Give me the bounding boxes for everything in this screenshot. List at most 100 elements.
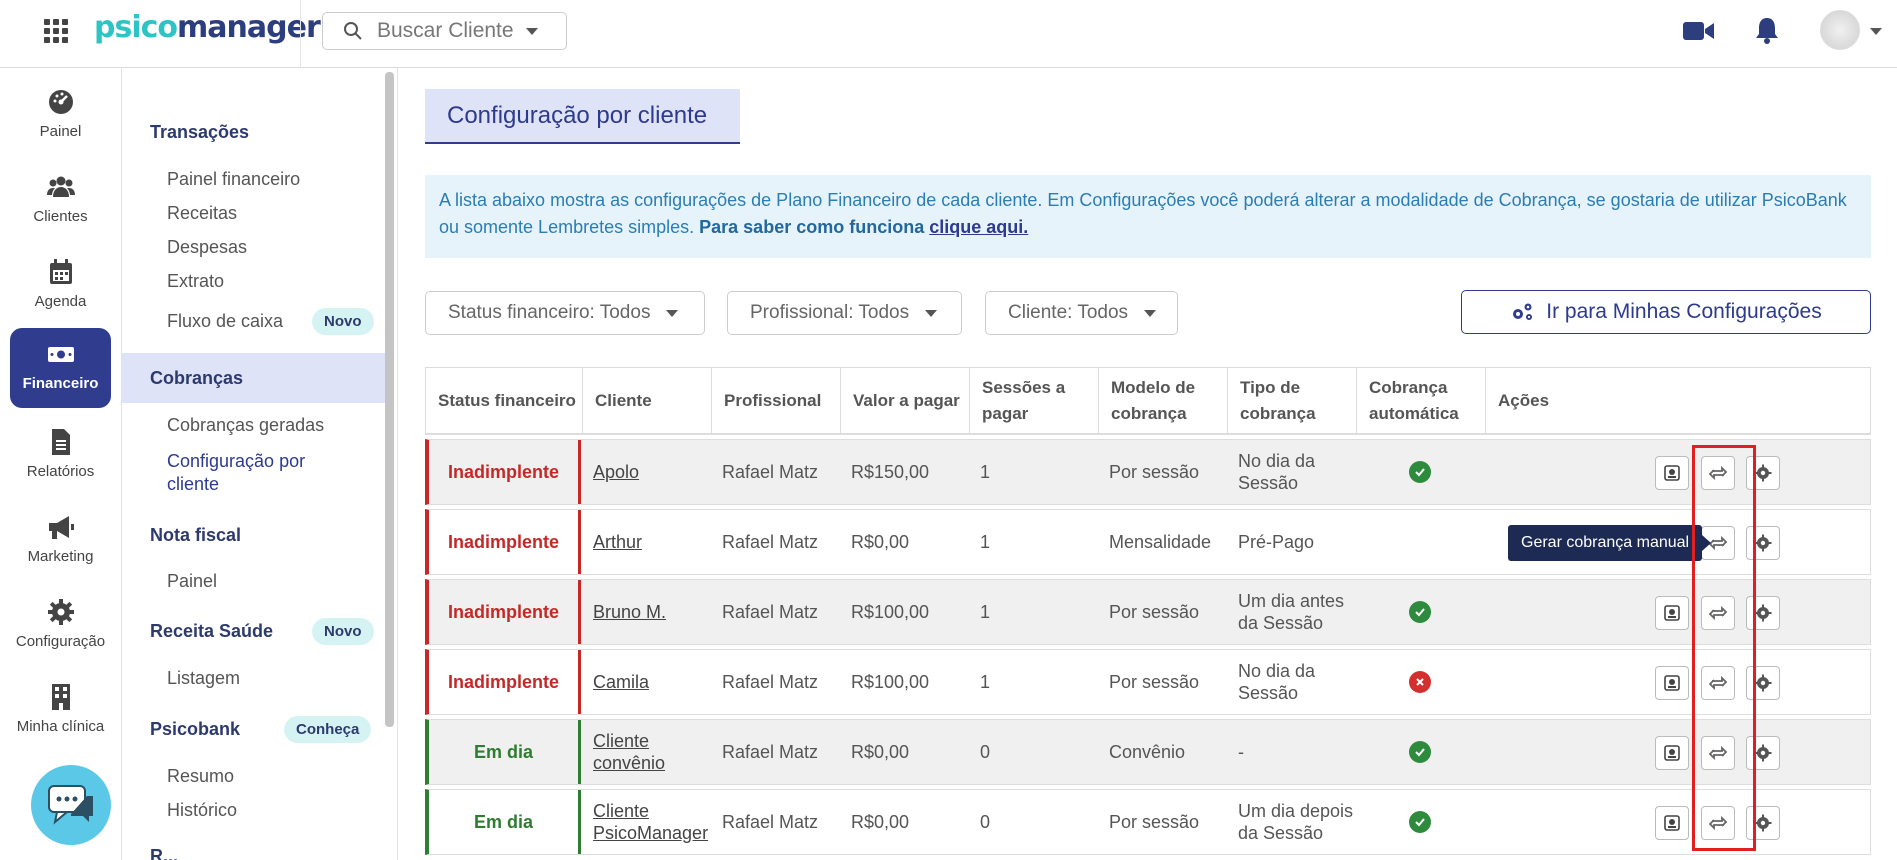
generate-charge-button[interactable]: [1655, 596, 1689, 630]
subnav-nota-painel[interactable]: Painel: [167, 571, 217, 592]
subnav-receitas[interactable]: Receitas: [167, 203, 237, 224]
chevron-down-icon: [666, 309, 679, 317]
generate-charge-icon: [1664, 815, 1680, 831]
cell-prof: Rafael Matz: [722, 742, 819, 762]
rail-item-painel[interactable]: Painel: [10, 76, 111, 154]
sync-icon: [1709, 605, 1727, 621]
client-settings-button[interactable]: [1746, 526, 1780, 560]
cell-sessions: 0: [980, 742, 991, 762]
client-settings-button[interactable]: [1746, 736, 1780, 770]
info-help-link[interactable]: clique aqui.: [929, 217, 1028, 237]
chevron-down-icon: [925, 309, 938, 317]
client-search-select[interactable]: Buscar Cliente: [322, 12, 567, 50]
table-row: Em dia Cliente PsicoManager Rafael Matz R$0…: [425, 789, 1871, 855]
settings-gear-icon: [1754, 744, 1772, 762]
bell-icon[interactable]: [1754, 16, 1780, 44]
generate-charge-button[interactable]: [1655, 456, 1689, 490]
go-to-settings-button[interactable]: Ir para Minhas Configurações: [1461, 290, 1871, 334]
filter-status-financeiro[interactable]: Status financeiro: Todos: [425, 291, 705, 335]
sync-charges-button[interactable]: [1701, 806, 1735, 840]
rail-item-marketing[interactable]: Marketing: [10, 501, 111, 579]
subnav-fluxo-de-caixa[interactable]: Fluxo de caixa: [167, 311, 283, 332]
subnav-extrato[interactable]: Extrato: [167, 271, 224, 292]
table-row: Inadimplente Apolo Rafael Matz R$150,00 1 Por…: [425, 439, 1871, 505]
section-transacoes: Transações: [150, 122, 250, 142]
sync-charges-button[interactable]: [1701, 456, 1735, 490]
conheca-badge[interactable]: Conheça: [284, 716, 372, 743]
avatar-chevron-down-icon[interactable]: [1870, 28, 1882, 35]
rail-item-financeiro[interactable]: Financeiro: [10, 328, 111, 408]
cell-type: No dia da Sessão: [1238, 661, 1316, 703]
settings-gear-icon: [1754, 534, 1772, 552]
filter-profissional[interactable]: Profissional: Todos: [727, 291, 962, 335]
settings-gear-icon: [1754, 464, 1772, 482]
section-cobrancas[interactable]: Cobranças: [150, 368, 243, 389]
cell-client[interactable]: Arthur: [581, 510, 710, 574]
cell-auto: [1355, 510, 1484, 574]
money-icon: [47, 347, 74, 362]
cell-client[interactable]: Cliente convênio: [581, 720, 710, 784]
section-cut-off: R...: [150, 846, 179, 860]
cell-value: R$100,00: [851, 672, 930, 692]
cell-value: R$100,00: [851, 602, 930, 622]
cell-type: Um dia depois da Sessão: [1238, 801, 1354, 843]
generate-charge-icon: [1664, 675, 1680, 691]
video-camera-icon[interactable]: [1683, 21, 1714, 41]
subnav-resumo[interactable]: Resumo: [167, 766, 234, 787]
client-settings-button[interactable]: [1746, 666, 1780, 700]
cell-client[interactable]: Cliente PsicoManager: [581, 790, 710, 854]
chat-support-button[interactable]: [31, 765, 111, 845]
cell-value: R$0,00: [851, 532, 910, 552]
cell-status: Inadimplente: [429, 580, 581, 644]
chevron-down-icon: [525, 27, 538, 35]
sync-charges-button[interactable]: [1701, 736, 1735, 770]
subnav-scrollbar[interactable]: [385, 72, 394, 727]
rail-item-agenda[interactable]: Agenda: [10, 246, 111, 324]
main-nav-rail: Painel Clientes Agenda Financeiro Relató…: [0, 68, 122, 860]
subnav-cobrancas-geradas[interactable]: Cobranças geradas: [167, 415, 324, 436]
col-status: Status financeiro: [438, 391, 576, 410]
cell-prof: Rafael Matz: [722, 812, 819, 832]
cell-client[interactable]: Apolo: [581, 440, 710, 504]
rail-item-relatorios[interactable]: Relatórios: [10, 416, 111, 494]
sync-icon: [1709, 465, 1727, 481]
generate-charge-button[interactable]: [1655, 666, 1689, 700]
info-bold-text: Para saber como funciona: [699, 217, 925, 237]
subnav-configuracao-por-cliente[interactable]: Configuração por cliente: [167, 450, 337, 496]
cell-client[interactable]: Bruno M.: [581, 580, 710, 644]
subnav-listagem[interactable]: Listagem: [167, 668, 240, 689]
client-settings-button[interactable]: [1746, 596, 1780, 630]
rail-item-minha-clinica[interactable]: Minha clínica: [10, 671, 111, 749]
cell-prof: Rafael Matz: [722, 532, 819, 552]
rail-item-configuracao[interactable]: Configuração: [10, 586, 111, 664]
generate-charge-icon: [1664, 465, 1680, 481]
cell-auto: [1355, 440, 1484, 504]
filter-cliente[interactable]: Cliente: Todos: [985, 291, 1178, 335]
cell-status: Inadimplente: [429, 510, 581, 574]
subnav-historico[interactable]: Histórico: [167, 800, 237, 821]
apps-grid-icon[interactable]: [44, 19, 68, 43]
generate-charge-button[interactable]: [1655, 736, 1689, 770]
search-icon: [344, 22, 362, 40]
sync-charges-button[interactable]: [1701, 596, 1735, 630]
cell-sessions: 1: [980, 672, 991, 692]
client-settings-button[interactable]: [1746, 456, 1780, 490]
subnav-painel-financeiro[interactable]: Painel financeiro: [167, 169, 300, 190]
subnav-despesas[interactable]: Despesas: [167, 237, 247, 258]
app-logo[interactable]: psicomanager: [94, 10, 321, 45]
rail-item-clientes[interactable]: Clientes: [10, 161, 111, 239]
dashboard-icon: [48, 90, 73, 114]
cell-client[interactable]: Camila: [581, 650, 710, 714]
generate-charge-button[interactable]: [1655, 806, 1689, 840]
check-circle-icon: [1408, 741, 1431, 763]
cell-value: R$0,00: [851, 812, 910, 832]
client-settings-button[interactable]: [1746, 806, 1780, 840]
chat-bubble-icon: [48, 785, 93, 825]
megaphone-icon: [48, 516, 74, 539]
users-icon: [46, 176, 75, 197]
sync-charges-button[interactable]: [1701, 666, 1735, 700]
user-avatar[interactable]: [1820, 10, 1860, 50]
table-header: Status financeiro Cliente Profissional V…: [425, 367, 1871, 435]
table-row: Inadimplente Bruno M. Rafael Matz R$100,00 1…: [425, 579, 1871, 645]
cell-status: Em dia: [429, 790, 581, 854]
